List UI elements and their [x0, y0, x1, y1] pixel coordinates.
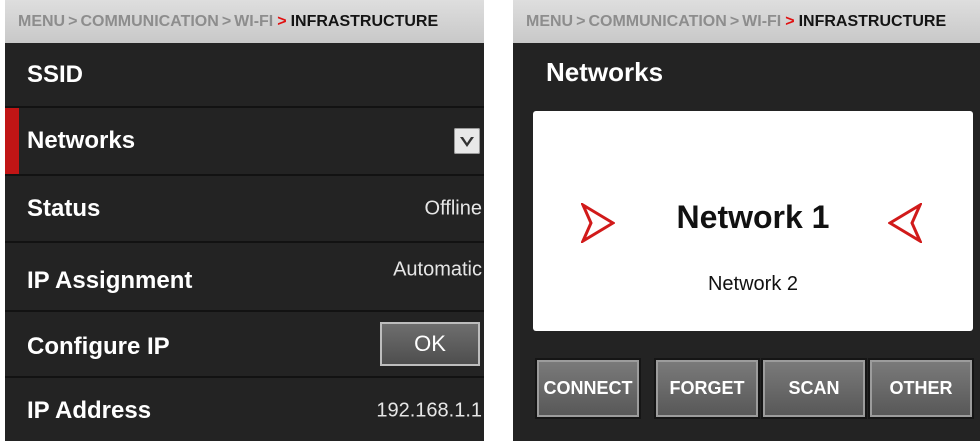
breadcrumb-communication[interactable]: COMMUNICATION [588, 13, 726, 31]
ip-assignment-value: Automatic [393, 258, 482, 281]
menu-row-configure-ip[interactable]: Configure IP OK [5, 312, 484, 378]
network-selector[interactable]: Network 1 Network 2 [533, 111, 973, 331]
row-label: Networks [27, 127, 136, 154]
breadcrumb-menu[interactable]: MENU [526, 13, 573, 31]
action-button-bar: CONNECT FORGET SCAN OTHER [537, 360, 972, 417]
row-label: Status [27, 194, 101, 222]
breadcrumb-wifi[interactable]: WI-FI [742, 13, 781, 31]
forget-button[interactable]: FORGET [656, 360, 758, 417]
breadcrumb-current: INFRASTRUCTURE [290, 12, 439, 30]
menu-row-ip-address[interactable]: IP Address 192.168.1.1 [5, 378, 484, 441]
breadcrumb-separator-active: > [277, 12, 287, 30]
other-button[interactable]: OTHER [870, 360, 972, 417]
breadcrumb-separator: > [221, 12, 232, 30]
network-option[interactable]: Network 2 [533, 273, 973, 296]
ip-address-value: 192.168.1.1 [376, 399, 482, 422]
breadcrumb-separator-active: > [785, 12, 795, 30]
ok-button[interactable]: OK [380, 322, 480, 366]
breadcrumb-separator: > [576, 12, 586, 30]
row-label: IP Assignment [27, 266, 193, 294]
selection-indicator [5, 108, 19, 174]
breadcrumb-wifi[interactable]: WI-FI [234, 13, 273, 31]
status-value: Offline [424, 197, 482, 219]
breadcrumb-menu[interactable]: MENU [18, 13, 65, 31]
networks-picker-panel: MENU > COMMUNICATION > WI-FI > INFRASTRU… [513, 0, 980, 441]
breadcrumb: MENU > COMMUNICATION > WI-FI > INFRASTRU… [513, 0, 980, 43]
menu-row-ssid[interactable]: SSID [5, 43, 484, 108]
breadcrumb-separator: > [729, 12, 740, 30]
row-label: IP Address [27, 397, 152, 425]
menu-row-status[interactable]: Status Offline [5, 176, 484, 243]
arrow-left-icon[interactable] [888, 203, 922, 243]
breadcrumb: MENU > COMMUNICATION > WI-FI > INFRASTRU… [5, 0, 484, 43]
menu-row-ip-assignment[interactable]: IP Assignment Automatic [5, 243, 484, 312]
infrastructure-settings-panel: MENU > COMMUNICATION > WI-FI > INFRASTRU… [5, 0, 484, 441]
breadcrumb-communication[interactable]: COMMUNICATION [80, 13, 218, 31]
row-label: Configure IP [27, 333, 170, 361]
scan-button[interactable]: SCAN [763, 360, 865, 417]
page-title: Networks [546, 57, 664, 87]
chevron-down-icon[interactable] [454, 128, 480, 154]
breadcrumb-separator: > [68, 12, 78, 30]
menu-row-networks[interactable]: Networks [5, 108, 484, 176]
row-label: SSID [27, 60, 84, 88]
breadcrumb-current: INFRASTRUCTURE [798, 12, 947, 30]
connect-button[interactable]: CONNECT [537, 360, 639, 417]
